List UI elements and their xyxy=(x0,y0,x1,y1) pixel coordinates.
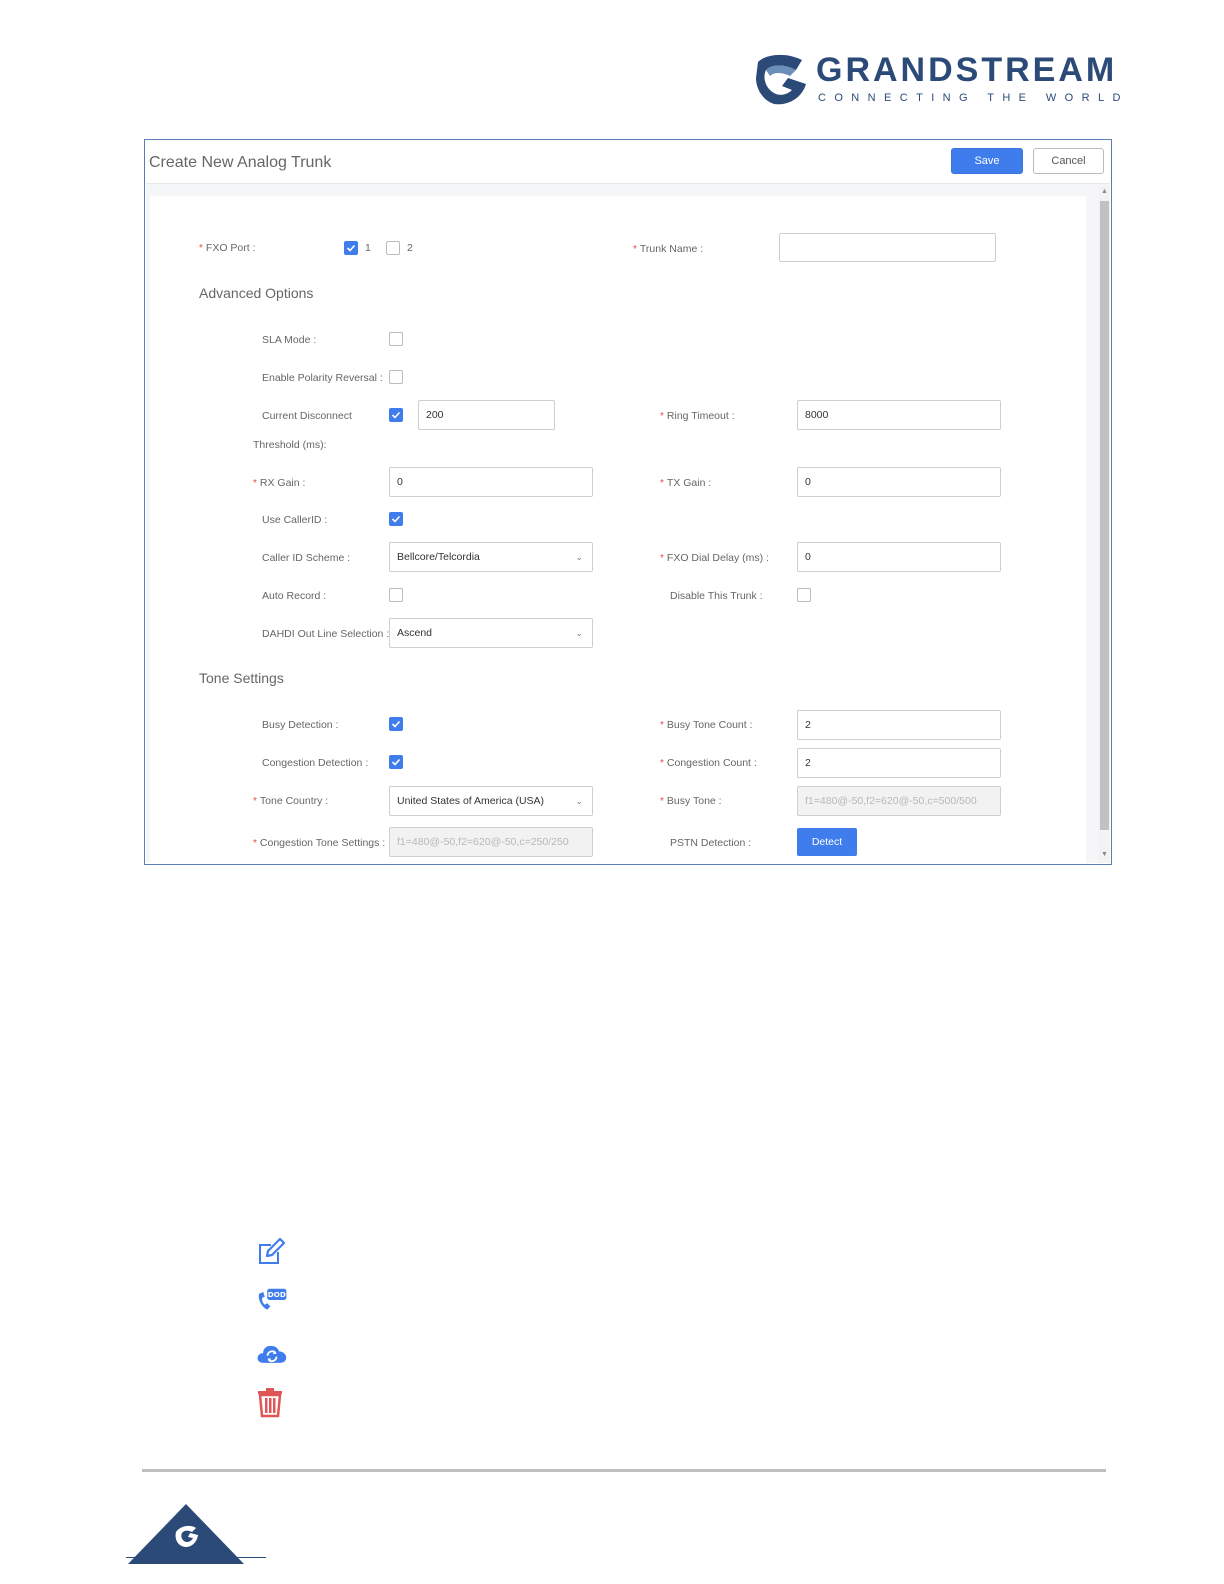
required-marker: * xyxy=(633,244,637,255)
footer-divider xyxy=(142,1469,1106,1472)
chevron-down-icon: ⌄ xyxy=(575,552,583,562)
fxo-port-1-label: 1 xyxy=(365,242,371,254)
required-marker: * xyxy=(660,758,664,769)
use-callerid-label: Use CallerID : xyxy=(262,514,328,526)
detect-button[interactable]: Detect xyxy=(797,828,857,856)
tone-country-select[interactable]: United States of America (USA) ⌄ xyxy=(389,786,593,816)
busy-tone-count-input[interactable]: 2 xyxy=(797,710,1001,740)
required-marker: * xyxy=(253,838,257,849)
chevron-down-icon: ⌄ xyxy=(575,628,583,638)
footer-logo-icon xyxy=(128,1504,244,1564)
brand-tagline: CONNECTING THE WORLD xyxy=(818,92,1129,104)
busy-detection-checkbox[interactable] xyxy=(389,717,403,731)
delete-icon xyxy=(258,1388,282,1418)
current-disconnect-label: Current Disconnect xyxy=(262,410,352,422)
tone-settings-heading: Tone Settings xyxy=(199,670,284,686)
rx-gain-input[interactable]: 0 xyxy=(389,467,593,497)
dahdi-out-line-select[interactable]: Ascend ⌄ xyxy=(389,618,593,648)
polarity-reversal-checkbox[interactable] xyxy=(389,370,403,384)
trunk-name-label: * Trunk Name : xyxy=(633,243,704,255)
current-disconnect-label-line2: Threshold (ms): xyxy=(253,439,327,451)
required-marker: * xyxy=(253,478,257,489)
chevron-down-icon: ⌄ xyxy=(575,796,583,806)
congestion-tone-input: f1=480@-50,f2=620@-50,c=250/250 xyxy=(389,827,593,857)
rx-gain-label: * RX Gain : xyxy=(253,477,306,489)
busy-tone-input: f1=480@-50,f2=620@-50,c=500/500 xyxy=(797,786,1001,816)
use-callerid-checkbox[interactable] xyxy=(389,512,403,526)
check-icon xyxy=(391,720,401,728)
current-disconnect-input[interactable]: 200 xyxy=(418,400,555,430)
auto-record-checkbox[interactable] xyxy=(389,588,403,602)
required-marker: * xyxy=(660,478,664,489)
caller-id-scheme-select[interactable]: Bellcore/Telcordia ⌄ xyxy=(389,542,593,572)
svg-text:DOD: DOD xyxy=(268,1290,286,1299)
busy-detection-label: Busy Detection : xyxy=(262,719,339,731)
required-marker: * xyxy=(253,796,257,807)
auto-record-label: Auto Record : xyxy=(262,590,327,602)
grandstream-logo-icon xyxy=(756,54,806,105)
check-icon xyxy=(391,758,401,766)
ring-timeout-input[interactable]: 8000 xyxy=(797,400,1001,430)
brand-name: GRANDSTREAM xyxy=(816,51,1118,89)
fxo-port-1-checkbox[interactable] xyxy=(344,241,358,255)
scroll-down-arrow-icon[interactable]: ▼ xyxy=(1100,850,1109,860)
fxo-dial-delay-label: * FXO Dial Delay (ms) : xyxy=(660,552,769,564)
congestion-detection-checkbox[interactable] xyxy=(389,755,403,769)
polarity-reversal-label: Enable Polarity Reversal : xyxy=(262,372,383,384)
cloud-sync-icon xyxy=(257,1345,287,1363)
congestion-tone-label: * Congestion Tone Settings : xyxy=(253,837,386,849)
busy-tone-count-label: * Busy Tone Count : xyxy=(660,719,753,731)
tx-gain-input[interactable]: 0 xyxy=(797,467,1001,497)
scroll-up-arrow-icon[interactable]: ▲ xyxy=(1100,187,1109,197)
required-marker: * xyxy=(660,720,664,731)
footer-underline xyxy=(126,1557,266,1558)
trunk-name-input[interactable] xyxy=(779,233,996,262)
required-marker: * xyxy=(660,553,664,564)
congestion-detection-label: Congestion Detection : xyxy=(262,757,369,769)
fxo-dial-delay-input[interactable]: 0 xyxy=(797,542,1001,572)
caller-id-scheme-value: Bellcore/Telcordia xyxy=(397,551,480,563)
fxo-port-2-checkbox[interactable] xyxy=(386,241,400,255)
required-marker: * xyxy=(660,411,664,422)
pstn-detection-label: PSTN Detection : xyxy=(670,837,752,849)
caller-id-scheme-label: Caller ID Scheme : xyxy=(262,552,351,564)
required-marker: * xyxy=(660,796,664,807)
congestion-count-input[interactable]: 2 xyxy=(797,748,1001,778)
tx-gain-label: * TX Gain : xyxy=(660,477,712,489)
dod-icon: DOD xyxy=(258,1288,287,1310)
disable-trunk-checkbox[interactable] xyxy=(797,588,811,602)
ring-timeout-label: * Ring Timeout : xyxy=(660,410,735,422)
sla-mode-label: SLA Mode : xyxy=(262,334,317,346)
congestion-count-label: * Congestion Count : xyxy=(660,757,757,769)
fxo-port-label: * FXO Port : xyxy=(199,242,256,254)
busy-tone-label: * Busy Tone : xyxy=(660,795,722,807)
check-icon xyxy=(346,244,356,252)
required-marker: * xyxy=(199,243,203,254)
scrollbar-thumb[interactable] xyxy=(1100,201,1109,830)
advanced-options-heading: Advanced Options xyxy=(199,285,314,301)
disable-trunk-label: Disable This Trunk : xyxy=(670,590,763,602)
check-icon xyxy=(391,515,401,523)
edit-icon xyxy=(259,1237,286,1264)
dahdi-out-line-value: Ascend xyxy=(397,627,433,639)
tone-country-value: United States of America (USA) xyxy=(397,795,545,807)
cancel-button[interactable]: Cancel xyxy=(1033,148,1104,174)
dialog-title: Create New Analog Trunk xyxy=(149,154,332,171)
current-disconnect-checkbox[interactable] xyxy=(389,408,403,422)
check-icon xyxy=(391,411,401,419)
sla-mode-checkbox[interactable] xyxy=(389,332,403,346)
fxo-port-2-label: 2 xyxy=(407,242,413,254)
dahdi-out-line-label: DAHDI Out Line Selection : xyxy=(262,628,390,640)
save-button[interactable]: Save xyxy=(951,148,1023,174)
tone-country-label: * Tone Country : xyxy=(253,795,329,807)
